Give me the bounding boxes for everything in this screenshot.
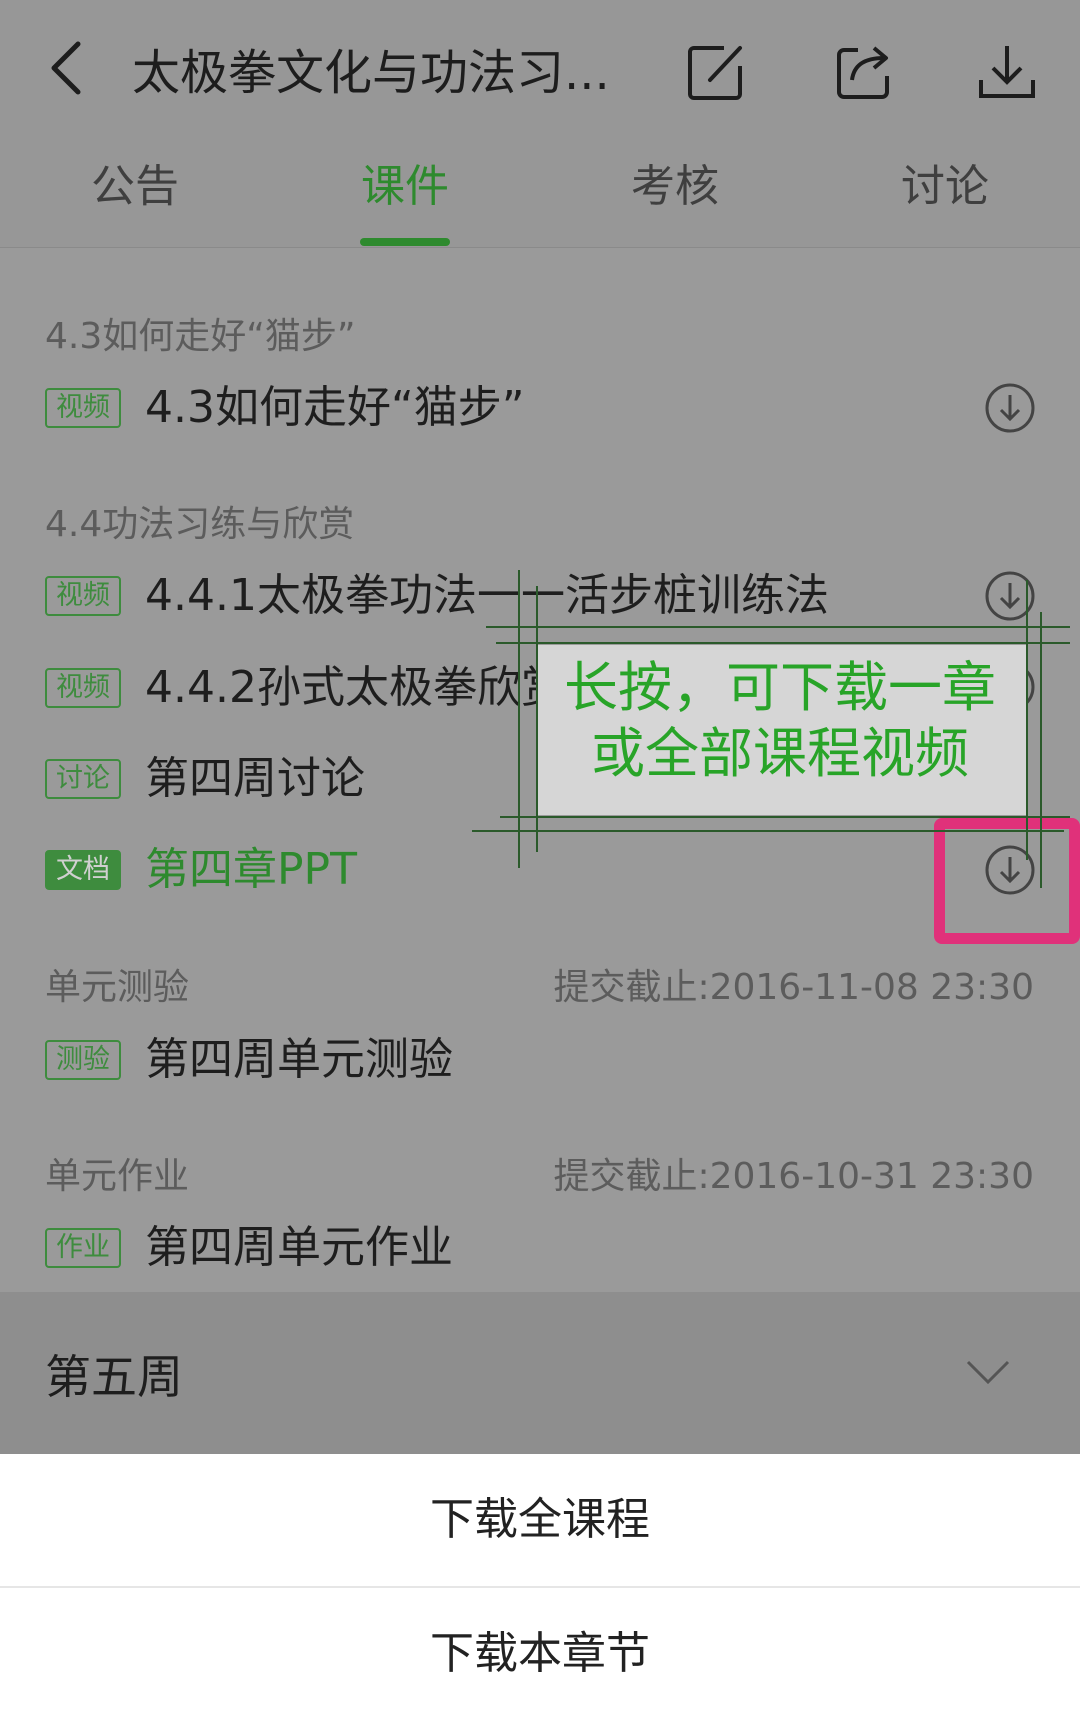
active-tab-indicator	[360, 238, 450, 246]
download-chapter-button[interactable]: 下载本章节	[0, 1588, 1080, 1720]
tab-discussion[interactable]: 讨论	[855, 152, 1035, 222]
week-label: 第五周	[45, 1350, 183, 1404]
course-title: 太极拳文化与功法习...	[132, 45, 610, 101]
section-title: 单元测验	[45, 967, 190, 1008]
annotation-text: 长按，可下载一章 或全部课程视频	[530, 655, 1030, 787]
homework-badge: 作业	[45, 1228, 121, 1268]
tab-announcements[interactable]: 公告	[45, 152, 225, 222]
annotation-line-1: 长按，可下载一章	[564, 656, 996, 719]
video-badge: 视频	[45, 576, 121, 616]
video-badge: 视频	[45, 388, 121, 428]
list-item-title[interactable]: 第四周讨论	[145, 749, 365, 809]
tab-courseware[interactable]: 课件	[315, 152, 495, 222]
chevron-down-icon[interactable]	[962, 1352, 1014, 1392]
tab-assessment[interactable]: 考核	[585, 152, 765, 222]
annotation-line	[500, 816, 1070, 818]
discussion-badge: 讨论	[45, 759, 121, 799]
item-download-icon[interactable]	[984, 570, 1036, 622]
highlight-box	[934, 818, 1080, 944]
list-item-title[interactable]: 4.3如何走好“猫步”	[145, 378, 525, 438]
annotation-line	[518, 570, 520, 868]
back-arrow-icon[interactable]	[44, 38, 94, 98]
list-item-title[interactable]: 第四周单元测验	[145, 1030, 453, 1090]
annotation-line	[1040, 612, 1042, 888]
edit-icon[interactable]	[684, 40, 748, 104]
annotation-line	[472, 830, 1064, 832]
section-title: 4.3如何走好“猫步”	[45, 316, 356, 357]
annotation-line	[486, 626, 1070, 628]
video-badge: 视频	[45, 668, 121, 708]
list-item-title[interactable]: 4.4.2孙式太极拳欣赏	[145, 658, 565, 718]
top-bar: 太极拳文化与功法习... 公告 课件 考核 讨论	[0, 0, 1080, 248]
section-title: 4.4功法习练与欣赏	[45, 504, 355, 545]
section-title: 单元作业	[45, 1156, 190, 1197]
download-all-button[interactable]: 下载全课程	[0, 1454, 1080, 1586]
deadline-text: 提交截止:2016-10-31 23:30	[553, 1156, 1034, 1197]
annotation-line-2: 或全部课程视频	[591, 722, 969, 785]
list-item-title[interactable]: 4.4.1太极拳功法一一活步桩训练法	[145, 566, 829, 626]
item-download-icon[interactable]	[984, 382, 1036, 434]
deadline-text: 提交截止:2016-11-08 23:30	[553, 967, 1034, 1008]
download-icon[interactable]	[975, 40, 1039, 104]
annotation-line	[496, 642, 1070, 644]
share-icon[interactable]	[832, 40, 896, 104]
list-item-title[interactable]: 第四章PPT	[145, 840, 357, 900]
quiz-badge: 测验	[45, 1040, 121, 1080]
document-badge: 文档	[45, 850, 121, 890]
list-item-title[interactable]: 第四周单元作业	[145, 1218, 453, 1278]
